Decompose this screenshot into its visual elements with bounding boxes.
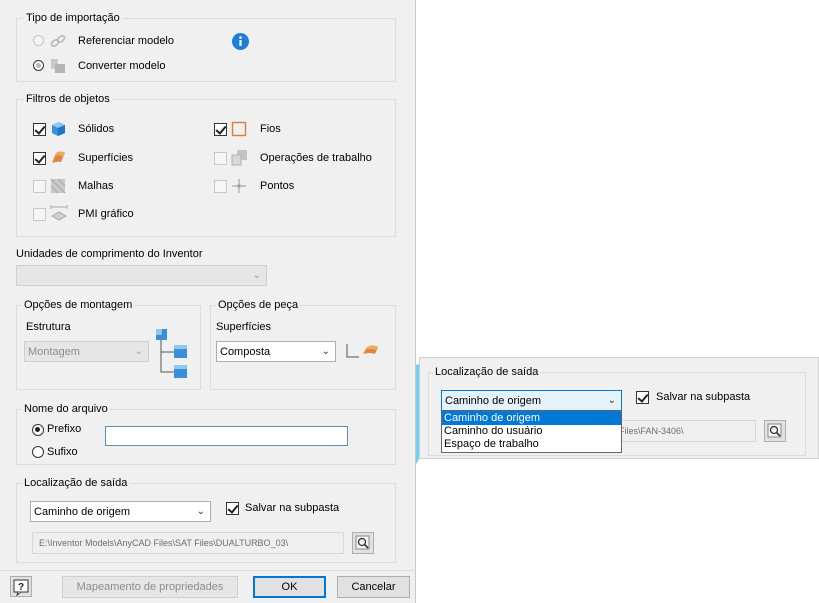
property-mapping-button[interactable]: Mapeamento de propriedades xyxy=(62,576,238,598)
point-icon xyxy=(232,179,246,193)
operacoes-trabalho-checkbox[interactable] xyxy=(214,152,227,165)
surfaces-option-label: Superfícies xyxy=(216,321,272,333)
mesh-icon xyxy=(50,178,66,194)
zoom-output-location-title: Localização de saída xyxy=(433,366,541,378)
composite-surface-icon xyxy=(346,344,378,358)
surfaces-value: Composta xyxy=(220,346,271,358)
surfaces-combobox[interactable]: Composta ⌄ xyxy=(216,341,336,362)
referenciar-modelo-radio[interactable] xyxy=(33,35,44,46)
chevron-down-icon: ⌄ xyxy=(252,270,261,281)
browse-button[interactable] xyxy=(352,532,374,554)
fios-label: Fios xyxy=(260,123,281,135)
prefix-label: Prefixo xyxy=(47,423,82,435)
footer-divider xyxy=(0,570,416,571)
zoom-panel: Localização de saída Caminho de origem ⌄… xyxy=(419,357,819,459)
save-subfolder-checkbox[interactable] xyxy=(226,502,239,515)
object-filters-group xyxy=(16,99,396,237)
output-location-combobox[interactable]: Caminho de origem ⌄ xyxy=(30,501,211,522)
object-filters-title: Filtros de objetos xyxy=(24,93,112,105)
solidos-checkbox[interactable] xyxy=(33,123,46,136)
units-combobox[interactable]: ⌄ xyxy=(16,265,267,286)
graphic-pmi-icon xyxy=(50,205,68,221)
converter-modelo-radio[interactable] xyxy=(33,60,44,71)
prefix-radio[interactable] xyxy=(32,424,44,436)
chevron-down-icon: ⌄ xyxy=(196,506,205,517)
import-type-group xyxy=(16,18,396,82)
chevron-down-icon: ⌄ xyxy=(607,395,616,406)
fios-checkbox[interactable] xyxy=(214,123,227,136)
zoom-output-location-combobox[interactable]: Caminho de origem ⌄ xyxy=(441,390,622,411)
cancel-button[interactable]: Cancelar xyxy=(337,576,410,598)
link-icon xyxy=(50,35,66,47)
convert-model-icon xyxy=(51,59,65,73)
zoom-save-subfolder-label: Salvar na subpasta xyxy=(656,391,751,403)
file-name-title: Nome do arquivo xyxy=(22,403,110,415)
superficies-checkbox[interactable] xyxy=(33,152,46,165)
save-subfolder-label: Salvar na subpasta xyxy=(245,502,340,514)
work-features-icon xyxy=(231,150,247,166)
suffix-label: Sufixo xyxy=(47,446,78,458)
surface-icon xyxy=(52,151,65,163)
help-icon: ? xyxy=(13,579,29,597)
operacoes-trabalho-label: Operações de trabalho xyxy=(260,152,372,164)
output-location-dropdown-list: Caminho de origem Caminho do usuário Esp… xyxy=(441,411,622,453)
units-label: Unidades de comprimento do Inventor xyxy=(16,248,203,260)
import-options-dialog: Tipo de importação Referenciar modelo Co… xyxy=(0,0,416,603)
dropdown-option-caminho-usuario[interactable]: Caminho do usuário xyxy=(442,425,621,438)
pontos-checkbox[interactable] xyxy=(214,180,227,193)
converter-modelo-label: Converter modelo xyxy=(78,60,166,72)
structure-label: Estrutura xyxy=(26,321,71,333)
malhas-checkbox[interactable] xyxy=(33,180,46,193)
info-icon[interactable] xyxy=(232,33,249,50)
zoom-output-location-value: Caminho de origem xyxy=(445,395,541,407)
structure-value: Montagem xyxy=(28,346,80,358)
assembly-structure-icon xyxy=(156,329,187,378)
dropdown-option-espaco-trabalho[interactable]: Espaço de trabalho xyxy=(442,438,621,451)
solid-cube-icon xyxy=(52,122,65,136)
assembly-options-title: Opções de montagem xyxy=(22,299,135,311)
wire-icon xyxy=(231,121,247,137)
output-location-title: Localização de saída xyxy=(22,477,130,489)
file-name-input[interactable] xyxy=(105,426,348,446)
malhas-label: Malhas xyxy=(78,180,114,192)
output-location-value: Caminho de origem xyxy=(34,506,130,518)
help-button[interactable]: ? xyxy=(10,576,32,597)
import-type-title: Tipo de importação xyxy=(24,12,122,24)
ok-button[interactable]: OK xyxy=(253,576,326,598)
zoom-browse-button[interactable] xyxy=(764,420,786,442)
output-path-field[interactable]: E:\Inventor Models\AnyCAD Files\SAT File… xyxy=(32,532,344,554)
suffix-radio[interactable] xyxy=(32,446,44,458)
pmi-grafico-label: PMI gráfico xyxy=(78,208,134,220)
magnifier-icon xyxy=(767,423,782,438)
solidos-label: Sólidos xyxy=(78,123,115,135)
pontos-label: Pontos xyxy=(260,180,295,192)
pmi-grafico-checkbox[interactable] xyxy=(33,208,46,221)
zoom-path-fragment: Files\FAN-3406\ xyxy=(619,426,684,436)
structure-combobox[interactable]: Montagem ⌄ xyxy=(24,341,149,362)
zoom-output-path-field[interactable]: Files\FAN-3406\ xyxy=(616,420,756,442)
superficies-label: Superfícies xyxy=(78,152,134,164)
svg-text:?: ? xyxy=(18,582,24,593)
chevron-down-icon: ⌄ xyxy=(321,346,330,357)
dropdown-option-caminho-origem[interactable]: Caminho de origem xyxy=(442,412,621,425)
zoom-save-subfolder-checkbox[interactable] xyxy=(636,391,649,404)
part-options-title: Opções de peça xyxy=(216,299,301,311)
chevron-down-icon: ⌄ xyxy=(134,346,143,357)
referenciar-modelo-label: Referenciar modelo xyxy=(78,35,174,47)
magnifier-icon xyxy=(355,535,370,550)
